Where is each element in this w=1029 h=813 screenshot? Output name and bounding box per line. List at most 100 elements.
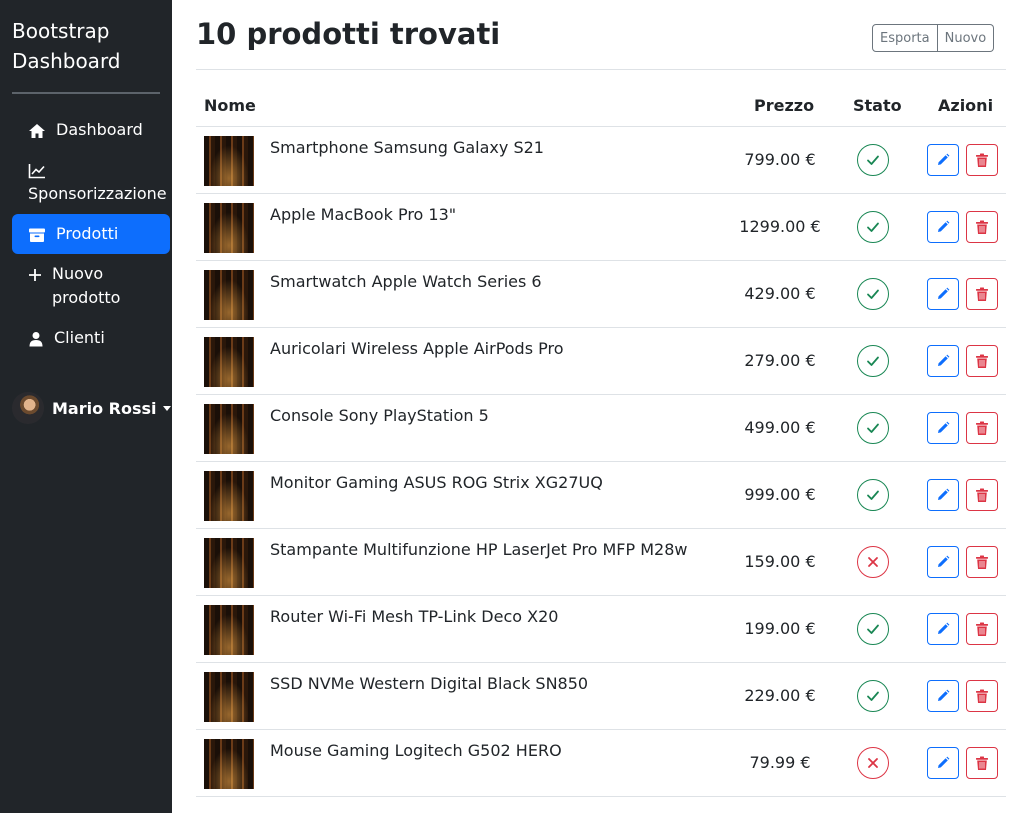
product-price: 79.99 € (749, 753, 811, 772)
table-header: Nome Prezzo Stato Azioni (196, 90, 1006, 127)
delete-button[interactable] (966, 211, 998, 243)
delete-button[interactable] (966, 412, 998, 444)
edit-button[interactable] (927, 546, 959, 578)
sidebar-item-clienti[interactable]: Clienti (12, 326, 170, 350)
product-price: 229.00 € (744, 686, 816, 705)
product-price: 499.00 € (744, 418, 816, 437)
sidebar-item-label: Dashboard (56, 120, 143, 139)
page-title: 10 prodotti trovati (196, 17, 501, 51)
sidebar-item-prodotti[interactable]: Prodotti (12, 214, 170, 254)
product-name: Apple MacBook Pro 13" (270, 205, 457, 224)
edit-button[interactable] (927, 747, 959, 779)
product-thumbnail (204, 404, 254, 454)
export-button[interactable]: Esporta (872, 24, 938, 52)
delete-button[interactable] (966, 747, 998, 779)
delete-button[interactable] (966, 479, 998, 511)
status-active-icon (857, 345, 889, 377)
product-thumbnail (204, 605, 254, 655)
product-thumbnail (204, 739, 254, 789)
product-thumbnail (204, 471, 254, 521)
user-icon (28, 331, 46, 347)
user-menu[interactable]: Mario Rossi (12, 392, 171, 424)
product-price: 159.00 € (744, 552, 816, 571)
toolbar: Esporta Nuovo (872, 24, 995, 54)
table-row: Router Wi-Fi Mesh TP-Link Deco X20 199.00… (196, 596, 1006, 663)
column-header-price: Prezzo (754, 96, 815, 115)
pencil-icon (936, 756, 950, 770)
product-price: 279.00 € (744, 351, 816, 370)
sidebar-item-label: Prodotti (56, 224, 119, 243)
table-row: Mouse Gaming Logitech G502 HERO 79.99 € (196, 730, 1006, 797)
product-thumbnail (204, 337, 254, 387)
status-active-icon (857, 613, 889, 645)
pencil-icon (936, 689, 950, 703)
delete-button[interactable] (966, 345, 998, 377)
sidebar: Bootstrap Dashboard Dashboard Sponsorizz… (0, 0, 172, 813)
delete-button[interactable] (966, 613, 998, 645)
product-name: SSD NVMe Western Digital Black SN850 (270, 674, 589, 693)
edit-button[interactable] (927, 211, 959, 243)
status-active-icon (857, 211, 889, 243)
product-price: 799.00 € (744, 150, 816, 169)
table-row: SSD NVMe Western Digital Black SN850 229.… (196, 663, 1006, 730)
edit-button[interactable] (927, 613, 959, 645)
status-inactive-icon (857, 747, 889, 779)
product-price: 1299.00 € (739, 217, 821, 236)
pencil-icon (936, 622, 950, 636)
sidebar-item-sponsorizzazione[interactable]: Sponsorizzazione (12, 158, 170, 206)
status-active-icon (857, 479, 889, 511)
trash-icon (975, 220, 989, 235)
plus-icon (28, 268, 44, 282)
table-row: Stampante Multifunzione HP LaserJet Pro … (196, 529, 1006, 596)
status-active-icon (857, 144, 889, 176)
edit-button[interactable] (927, 479, 959, 511)
delete-button[interactable] (966, 278, 998, 310)
sidebar-item-label: Sponsorizzazione (28, 184, 167, 203)
edit-button[interactable] (927, 680, 959, 712)
sidebar-item-nuovo-prodotto[interactable]: Nuovo prodotto (12, 262, 170, 310)
status-active-icon (857, 412, 889, 444)
brand-title[interactable]: Bootstrap Dashboard (12, 16, 162, 76)
new-button[interactable]: Nuovo (937, 24, 995, 52)
table-row: Smartphone Samsung Galaxy S21 799.00 € (196, 127, 1006, 194)
delete-button[interactable] (966, 144, 998, 176)
edit-button[interactable] (927, 278, 959, 310)
pencil-icon (936, 488, 950, 502)
product-name: Mouse Gaming Logitech G502 HERO (270, 741, 562, 760)
table-row: Apple MacBook Pro 13" 1299.00 € (196, 194, 1006, 261)
sidebar-item-label: Clienti (54, 328, 105, 347)
trash-icon (975, 153, 989, 168)
product-name: Smartphone Samsung Galaxy S21 (270, 138, 544, 157)
trash-icon (975, 354, 989, 369)
trash-icon (975, 287, 989, 302)
column-header-name: Nome (204, 96, 256, 115)
edit-button[interactable] (927, 412, 959, 444)
status-active-icon (857, 278, 889, 310)
product-price: 429.00 € (744, 284, 816, 303)
product-thumbnail (204, 136, 254, 186)
product-name: Stampante Multifunzione HP LaserJet Pro … (270, 540, 688, 559)
pencil-icon (936, 287, 950, 301)
delete-button[interactable] (966, 546, 998, 578)
edit-button[interactable] (927, 345, 959, 377)
sidebar-item-label: Nuovo prodotto (52, 264, 121, 307)
sidebar-item-dashboard[interactable]: Dashboard (12, 118, 170, 142)
chart-line-icon (28, 163, 48, 179)
sidebar-divider (12, 92, 160, 94)
home-icon (28, 123, 48, 139)
pencil-icon (936, 220, 950, 234)
product-price: 199.00 € (744, 619, 816, 638)
pencil-icon (936, 421, 950, 435)
product-name: Console Sony PlayStation 5 (270, 406, 489, 425)
product-name: Monitor Gaming ASUS ROG Strix XG27UQ (270, 473, 603, 492)
delete-button[interactable] (966, 680, 998, 712)
product-thumbnail (204, 270, 254, 320)
edit-button[interactable] (927, 144, 959, 176)
trash-icon (975, 622, 989, 637)
product-thumbnail (204, 538, 254, 588)
trash-icon (975, 488, 989, 503)
pencil-icon (936, 354, 950, 368)
status-inactive-icon (857, 546, 889, 578)
product-name: Auricolari Wireless Apple AirPods Pro (270, 339, 564, 358)
product-thumbnail (204, 203, 254, 253)
